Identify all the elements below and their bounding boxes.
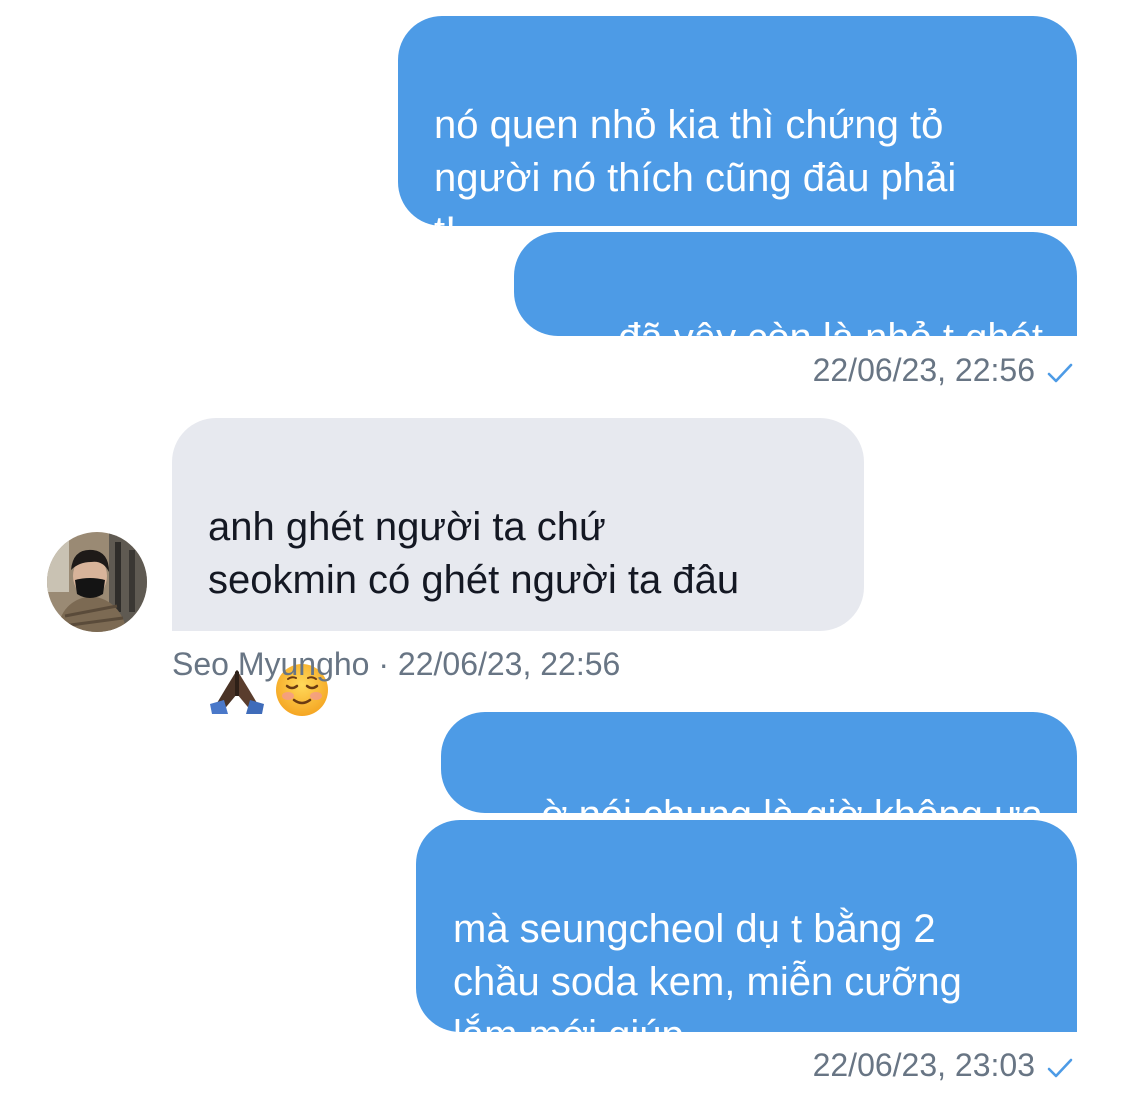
check-icon <box>1047 363 1073 383</box>
message-timestamp: 22/06/23, 23:03 <box>813 1045 1073 1085</box>
timestamp-text: 22/06/23, 22:56 <box>812 352 1035 388</box>
avatar[interactable] <box>47 532 147 632</box>
sender-name[interactable]: Seo Myungho <box>172 646 369 682</box>
outgoing-message[interactable]: mà seungcheol dụ t bằng 2 chầu soda kem,… <box>416 820 1077 1057</box>
message-text: mà seungcheol dụ t bằng 2 chầu soda kem,… <box>453 907 962 1057</box>
message-text: nó quen nhỏ kia thì chứng tỏ người nó th… <box>434 103 957 253</box>
timestamp-text: 22/06/23, 22:56 <box>397 646 621 682</box>
incoming-message[interactable]: anh ghét người ta chứ seokmin có ghét ng… <box>172 418 864 716</box>
outgoing-message[interactable]: nó quen nhỏ kia thì chứng tỏ người nó th… <box>398 16 1077 253</box>
message-text: anh ghét người ta chứ seokmin có ghét ng… <box>208 505 740 602</box>
timestamp-text: 22/06/23, 23:03 <box>812 1047 1035 1083</box>
meta-separator: · <box>378 646 390 682</box>
outgoing-message[interactable]: đã vậy còn là nhỏ t ghét <box>514 232 1077 360</box>
message-sender-meta: Seo Myungho · 22/06/23, 22:56 <box>172 644 620 684</box>
outgoing-message[interactable]: ờ nói chung là giờ không ưa <box>441 712 1077 837</box>
message-timestamp: 22/06/23, 22:56 <box>813 350 1073 390</box>
check-icon <box>1047 1058 1073 1078</box>
